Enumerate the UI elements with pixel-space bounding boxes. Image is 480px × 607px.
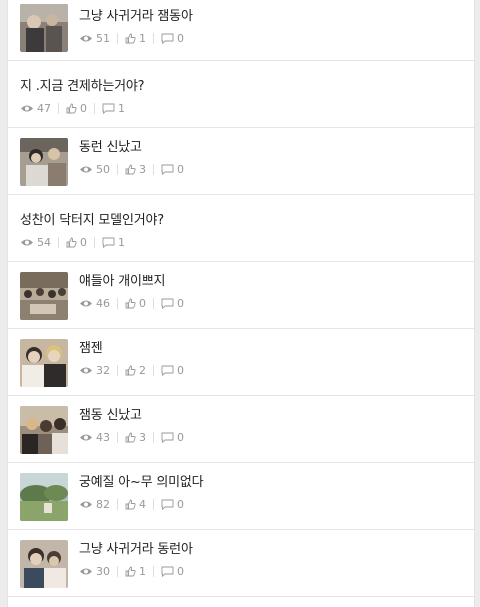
like-count[interactable]: 0	[66, 102, 87, 115]
eye-icon	[80, 434, 92, 440]
thumbs-up-icon	[66, 237, 77, 247]
post-thumbnail	[20, 540, 68, 588]
comment-count[interactable]: 0	[161, 364, 184, 377]
thumbs-up-icon	[125, 432, 136, 442]
thumbs-up-icon	[125, 499, 136, 509]
comment-count[interactable]: 0	[161, 163, 184, 176]
eye-icon	[21, 105, 33, 111]
view-count: 30	[79, 565, 110, 578]
post-meta: 43 3 0	[79, 430, 184, 444]
comment-count[interactable]: 0	[161, 565, 184, 578]
post-title: 그냥 사귀거라 잼동아	[79, 9, 193, 24]
thumbs-up-icon	[125, 164, 136, 174]
thumbs-up-icon	[125, 365, 136, 375]
post-title: 그냥 사귀거라 동런아	[79, 542, 193, 557]
like-count[interactable]: 0	[125, 297, 146, 310]
comment-icon	[102, 103, 115, 114]
comment-icon	[161, 164, 174, 175]
like-count[interactable]: 1	[125, 32, 146, 45]
view-count: 51	[79, 32, 110, 45]
post-meta: 46 0 0	[79, 296, 184, 310]
post-thumbnail	[20, 138, 68, 186]
like-count[interactable]: 3	[125, 431, 146, 444]
comment-count[interactable]: 1	[102, 236, 125, 249]
eye-icon	[21, 239, 33, 245]
comment-icon	[161, 432, 174, 443]
list-item[interactable]: 잼동 신났고 43 3 0	[8, 396, 474, 463]
list-item[interactable]: 성찬이 닥터지 모델인거야? 54 0 1	[8, 195, 474, 262]
post-title: 얘들아 개이쁘지	[79, 274, 166, 289]
list-item[interactable]: 잼젠 32 2 0	[8, 329, 474, 396]
like-count[interactable]: 4	[125, 498, 146, 511]
view-count: 43	[79, 431, 110, 444]
like-count[interactable]: 1	[125, 565, 146, 578]
comment-icon	[161, 298, 174, 309]
comment-count[interactable]: 0	[161, 498, 184, 511]
post-meta: 30 1 0	[79, 564, 184, 578]
comment-count[interactable]: 1	[102, 102, 125, 115]
post-meta: 50 3 0	[79, 162, 184, 176]
comment-icon	[161, 499, 174, 510]
view-count: 32	[79, 364, 110, 377]
comment-count[interactable]: 0	[161, 297, 184, 310]
view-count: 47	[20, 102, 51, 115]
eye-icon	[80, 501, 92, 507]
post-meta: 82 4 0	[79, 497, 184, 511]
comment-icon	[161, 566, 174, 577]
like-count[interactable]: 0	[66, 236, 87, 249]
post-thumbnail	[20, 473, 68, 521]
eye-icon	[80, 568, 92, 574]
eye-icon	[80, 300, 92, 306]
list-item[interactable]: 그냥 사귀거라 잼동아 51 1 0	[8, 0, 474, 61]
eye-icon	[80, 35, 92, 41]
post-thumbnail	[20, 272, 68, 320]
post-list: 그냥 사귀거라 잼동아 51 1 0 지 .지금 견제하는거야? 47 0 1 …	[7, 0, 475, 607]
post-thumbnail	[20, 406, 68, 454]
post-title: 잼동 신났고	[79, 408, 142, 423]
thumbs-up-icon	[125, 566, 136, 576]
post-title: 성찬이 닥터지 모델인거야?	[20, 213, 164, 228]
like-count[interactable]: 3	[125, 163, 146, 176]
comment-icon	[161, 365, 174, 376]
comment-icon	[161, 33, 174, 44]
view-count: 46	[79, 297, 110, 310]
eye-icon	[80, 166, 92, 172]
view-count: 50	[79, 163, 110, 176]
eye-icon	[80, 367, 92, 373]
thumbs-up-icon	[125, 298, 136, 308]
comment-count[interactable]: 0	[161, 431, 184, 444]
view-count: 54	[20, 236, 51, 249]
post-title: 동런 신났고	[79, 140, 142, 155]
post-title: 잼젠	[79, 341, 103, 356]
post-meta: 54 0 1	[20, 235, 125, 249]
comment-icon	[102, 237, 115, 248]
comment-count[interactable]: 0	[161, 32, 184, 45]
post-meta: 51 1 0	[79, 31, 184, 45]
post-title: 궁예질 아~무 의미없다	[79, 475, 204, 490]
post-meta: 32 2 0	[79, 363, 184, 377]
post-thumbnail	[20, 4, 68, 52]
thumbs-up-icon	[66, 103, 77, 113]
list-item[interactable]: 지 .지금 견제하는거야? 47 0 1	[8, 61, 474, 128]
list-item[interactable]: 궁예질 아~무 의미없다 82 4 0	[8, 463, 474, 530]
post-title: 지 .지금 견제하는거야?	[20, 79, 145, 94]
thumbs-up-icon	[125, 33, 136, 43]
list-item[interactable]: 그냥 사귀거라 동런아 30 1 0	[8, 530, 474, 597]
view-count: 82	[79, 498, 110, 511]
post-thumbnail	[20, 339, 68, 387]
list-item[interactable]: 얘들아 개이쁘지 46 0 0	[8, 262, 474, 329]
list-item[interactable]: 동런 신났고 50 3 0	[8, 128, 474, 195]
like-count[interactable]: 2	[125, 364, 146, 377]
post-meta: 47 0 1	[20, 101, 125, 115]
